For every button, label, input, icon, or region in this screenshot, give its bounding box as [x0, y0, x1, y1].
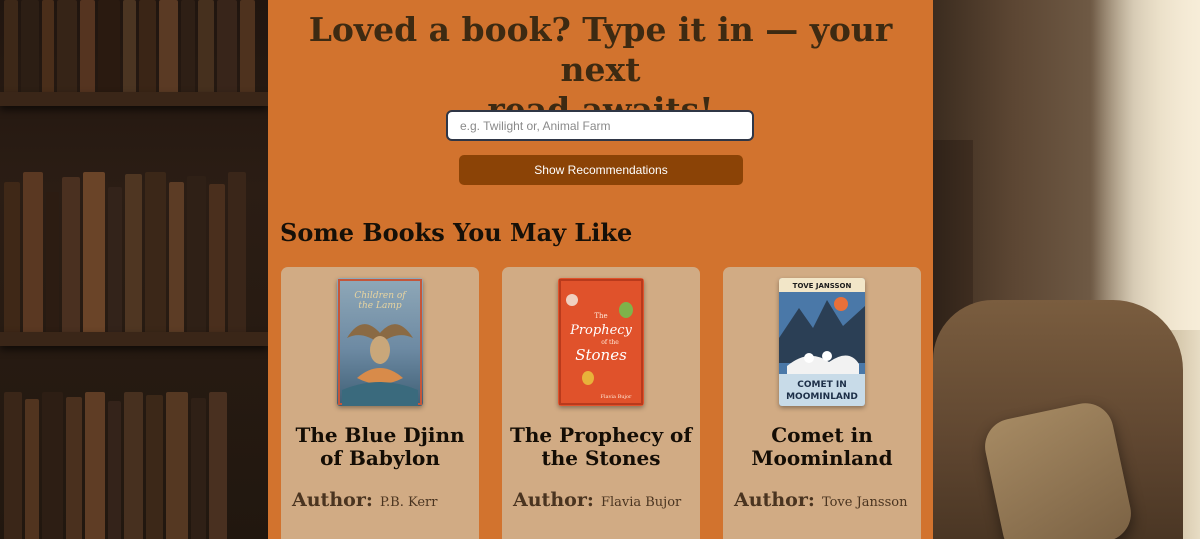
author-label: Author:: [734, 489, 815, 511]
background-armchair: [933, 0, 1200, 539]
cover-title-line: Stones: [575, 346, 627, 364]
cover-title-line: Children of: [354, 291, 407, 301]
book-card[interactable]: The Prophecy of the Stones Flavia Bujor …: [502, 267, 700, 539]
show-recommendations-button[interactable]: Show Recommendations: [459, 155, 743, 185]
book-title: The Blue Djinn of Babylon: [295, 423, 465, 470]
book-card[interactable]: TOVE JANSSON COMET IN MOOMINLAND Comet i…: [723, 267, 921, 539]
cover-title-line: The: [594, 312, 607, 320]
book-cover-image: Children of the Lamp: [337, 278, 423, 406]
cover-title-line: COMET IN: [797, 380, 847, 390]
book-spines-row: [0, 0, 268, 92]
book-card-list: Children of the Lamp The Blue Djinn of B…: [281, 267, 921, 539]
book-author: Author: P.B. Kerr: [292, 489, 438, 511]
cover-title-line: the Lamp: [358, 301, 401, 311]
cover-title-line: MOOMINLAND: [786, 392, 858, 402]
book-spines-row: [0, 392, 268, 539]
book-author: Author: Flavia Bujor: [513, 489, 681, 511]
book-author: Author: Tove Jansson: [734, 489, 907, 511]
cover-author-text: TOVE JANSSON: [793, 282, 852, 290]
book-title: Comet in Moominland: [751, 423, 893, 470]
author-name: Tove Jansson: [821, 495, 908, 510]
author-label: Author:: [292, 489, 373, 511]
book-cover-image: The Prophecy of the Stones Flavia Bujor: [558, 278, 644, 406]
author-name: P.B. Kerr: [379, 495, 438, 510]
book-spines-row: [0, 172, 268, 332]
cover-title-line: of the: [601, 339, 619, 346]
author-label: Author:: [513, 489, 594, 511]
book-title: The Prophecy of the Stones: [510, 423, 692, 470]
main-panel: Loved a book? Type it in — your next rea…: [268, 0, 933, 539]
author-name: Flavia Bujor: [600, 495, 682, 510]
background-bookshelf: [0, 0, 268, 539]
book-cover-image: TOVE JANSSON COMET IN MOOMINLAND: [779, 278, 865, 406]
shelf-plank: [0, 92, 268, 106]
cover-author-text: Flavia Bujor: [601, 394, 632, 400]
shelf-plank: [0, 332, 268, 346]
book-card[interactable]: Children of the Lamp The Blue Djinn of B…: [281, 267, 479, 539]
headline-line-1: Loved a book? Type it in — your next: [308, 10, 893, 89]
book-search-input[interactable]: [446, 110, 754, 141]
recommendations-heading: Some Books You May Like: [280, 218, 633, 247]
window-curtain: [1090, 0, 1200, 330]
cover-title-line: Prophecy: [569, 323, 632, 338]
